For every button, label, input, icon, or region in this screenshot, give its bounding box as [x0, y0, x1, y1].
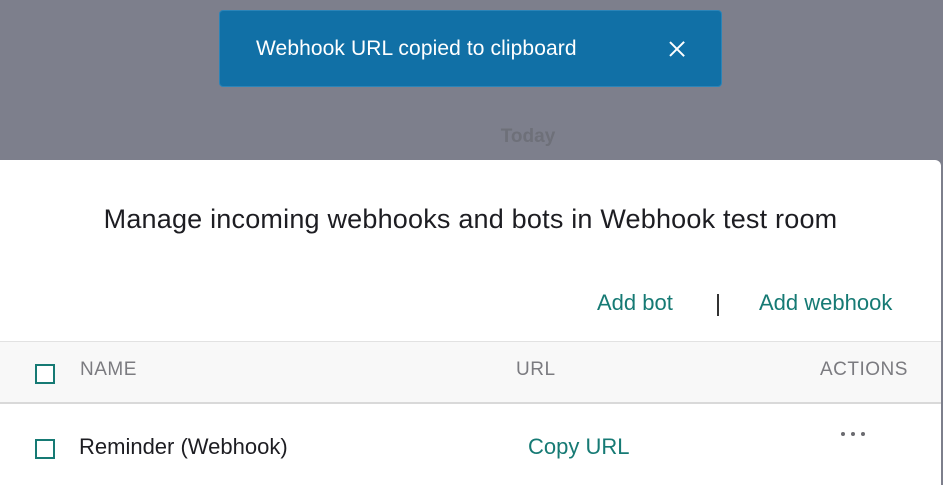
day-divider-label: Today [500, 126, 556, 147]
add-webhook-link[interactable]: Add webhook [759, 290, 892, 316]
select-all-checkbox[interactable] [35, 364, 55, 384]
toast-message: Webhook URL copied to clipboard [256, 37, 577, 60]
row-select-checkbox[interactable] [35, 439, 55, 459]
toast-notification: Webhook URL copied to clipboard [219, 10, 722, 87]
more-dot [861, 432, 865, 436]
column-header-name[interactable]: NAME [80, 359, 137, 381]
table-header: NAME URL ACTIONS [0, 341, 941, 404]
column-header-url: URL [516, 359, 556, 380]
column-header-actions: ACTIONS [820, 359, 908, 380]
close-icon[interactable] [666, 38, 688, 60]
modal-title: Manage incoming webhooks and bots in Web… [103, 204, 838, 234]
manage-webhooks-modal: Manage incoming webhooks and bots in Web… [0, 160, 941, 485]
more-horizontal-icon[interactable] [838, 424, 870, 442]
copy-url-link[interactable]: Copy URL [528, 434, 629, 460]
webhook-name: Reminder (Webhook) [79, 434, 288, 459]
add-bot-link[interactable]: Add bot [597, 290, 673, 316]
action-separator [717, 294, 719, 316]
more-dot [851, 432, 855, 436]
more-dot [841, 432, 845, 436]
table-row: Reminder (Webhook) Copy URL [0, 404, 941, 485]
